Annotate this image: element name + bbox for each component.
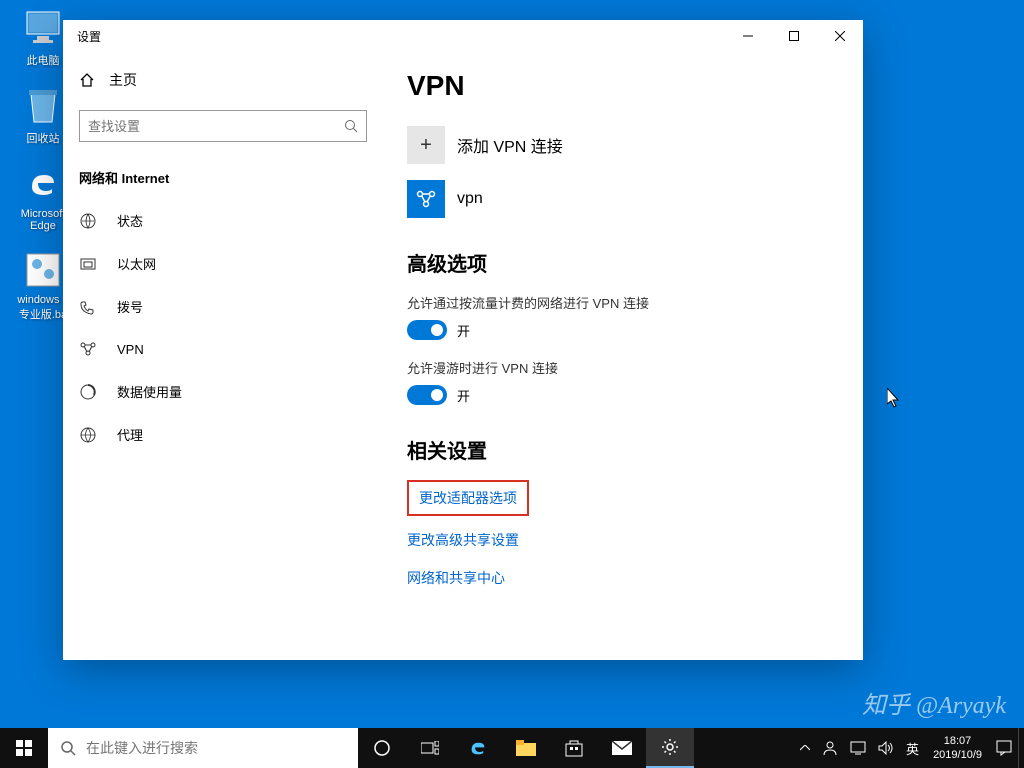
taskbar-search[interactable]	[48, 728, 358, 768]
taskbar-search-input[interactable]	[86, 740, 346, 756]
search-icon	[344, 119, 358, 133]
data-usage-icon	[79, 383, 97, 401]
taskbar: 英 18:07 2019/10/9	[0, 728, 1024, 768]
titlebar-controls	[725, 20, 863, 52]
settings-body: 主页 网络和 Internet 状态 以太网 拨号 VPN	[63, 52, 863, 660]
watermark: 知乎 @Aryayk	[862, 685, 1006, 720]
clock[interactable]: 18:07 2019/10/9	[925, 734, 990, 763]
add-vpn-label: 添加 VPN 连接	[457, 133, 563, 157]
network-tray-icon[interactable]	[844, 728, 872, 768]
settings-window: 设置 主页 网络和 Internet 状态 以太网	[63, 20, 863, 660]
show-desktop-button[interactable]	[1018, 728, 1024, 768]
proxy-icon	[79, 426, 97, 444]
sidebar-item-ethernet[interactable]: 以太网	[63, 242, 383, 285]
windows-icon	[16, 740, 32, 756]
sidebar-item-label: 数据使用量	[117, 382, 182, 401]
sidebar-item-status[interactable]: 状态	[63, 199, 383, 242]
sidebar-item-proxy[interactable]: 代理	[63, 413, 383, 456]
dialup-icon	[79, 298, 97, 316]
toggle-metered-state: 开	[457, 321, 470, 340]
sidebar-item-label: 以太网	[117, 254, 156, 273]
time-text: 18:07	[933, 734, 982, 748]
sidebar-item-label: 拨号	[117, 297, 143, 316]
related-header: 相关设置	[407, 435, 839, 464]
sidebar-item-label: 代理	[117, 425, 143, 444]
home-icon	[79, 72, 95, 88]
toggle-roaming[interactable]	[407, 385, 447, 405]
people-icon[interactable]	[816, 728, 844, 768]
system-tray: 英 18:07 2019/10/9	[794, 728, 1024, 768]
minimize-button[interactable]	[725, 20, 771, 52]
edge-icon	[23, 164, 63, 204]
home-button[interactable]: 主页	[63, 60, 383, 100]
window-title: 设置	[77, 28, 101, 45]
date-text: 2019/10/9	[933, 748, 982, 762]
titlebar[interactable]: 设置	[63, 20, 863, 52]
file-explorer-icon[interactable]	[502, 728, 550, 768]
page-title: VPN	[407, 70, 839, 102]
pc-icon	[23, 8, 63, 48]
search-input[interactable]	[88, 119, 344, 134]
status-icon	[79, 212, 97, 230]
sidebar-item-vpn[interactable]: VPN	[63, 328, 383, 370]
sidebar-item-data-usage[interactable]: 数据使用量	[63, 370, 383, 413]
plus-icon: +	[407, 126, 445, 164]
main-content: VPN + 添加 VPN 连接 vpn 高级选项 允许通过按流量计费的网络进行 …	[383, 52, 863, 660]
volume-tray-icon[interactable]	[872, 728, 900, 768]
link-network-center[interactable]: 网络和共享中心	[407, 568, 839, 588]
link-adapter-options[interactable]: 更改适配器选项	[407, 480, 529, 516]
search-box[interactable]	[79, 110, 367, 142]
recycle-bin-icon	[23, 86, 63, 126]
sidebar-item-label: VPN	[117, 342, 144, 357]
store-icon[interactable]	[550, 728, 598, 768]
sidebar-item-dialup[interactable]: 拨号	[63, 285, 383, 328]
vpn-connection-label: vpn	[457, 190, 483, 208]
vpn-connection-icon	[407, 180, 445, 218]
icon-label: 此电脑	[27, 52, 60, 68]
vpn-connection-item[interactable]: vpn	[407, 180, 839, 218]
ethernet-icon	[79, 255, 97, 273]
task-view-icon[interactable]	[406, 728, 454, 768]
toggle-metered[interactable]	[407, 320, 447, 340]
taskbar-pinned-icons	[358, 728, 694, 768]
sidebar-category: 网络和 Internet	[63, 160, 383, 199]
advanced-header: 高级选项	[407, 248, 839, 277]
close-button[interactable]	[817, 20, 863, 52]
start-button[interactable]	[0, 728, 48, 768]
edge-taskbar-icon[interactable]	[454, 728, 502, 768]
option-metered-label: 允许通过按流量计费的网络进行 VPN 连接	[407, 293, 839, 312]
link-sharing-settings[interactable]: 更改高级共享设置	[407, 530, 839, 550]
cortana-icon[interactable]	[358, 728, 406, 768]
action-center-icon[interactable]	[990, 728, 1018, 768]
add-vpn-button[interactable]: + 添加 VPN 连接	[407, 126, 839, 164]
sidebar: 主页 网络和 Internet 状态 以太网 拨号 VPN	[63, 52, 383, 660]
settings-taskbar-icon[interactable]	[646, 728, 694, 768]
toggle-metered-row: 开	[407, 320, 839, 340]
tray-chevron-icon[interactable]	[794, 728, 816, 768]
icon-label: windows 1 专业版.ba	[17, 294, 68, 322]
toggle-roaming-state: 开	[457, 386, 470, 405]
search-icon	[60, 740, 76, 756]
batch-file-icon	[23, 250, 63, 290]
vpn-icon	[79, 340, 97, 358]
option-roaming-label: 允许漫游时进行 VPN 连接	[407, 358, 839, 377]
icon-label: 回收站	[27, 130, 60, 146]
ime-indicator[interactable]: 英	[900, 728, 925, 768]
mail-icon[interactable]	[598, 728, 646, 768]
cursor-icon	[887, 388, 903, 410]
home-label: 主页	[109, 70, 137, 90]
sidebar-item-label: 状态	[117, 211, 143, 230]
toggle-roaming-row: 开	[407, 385, 839, 405]
maximize-button[interactable]	[771, 20, 817, 52]
